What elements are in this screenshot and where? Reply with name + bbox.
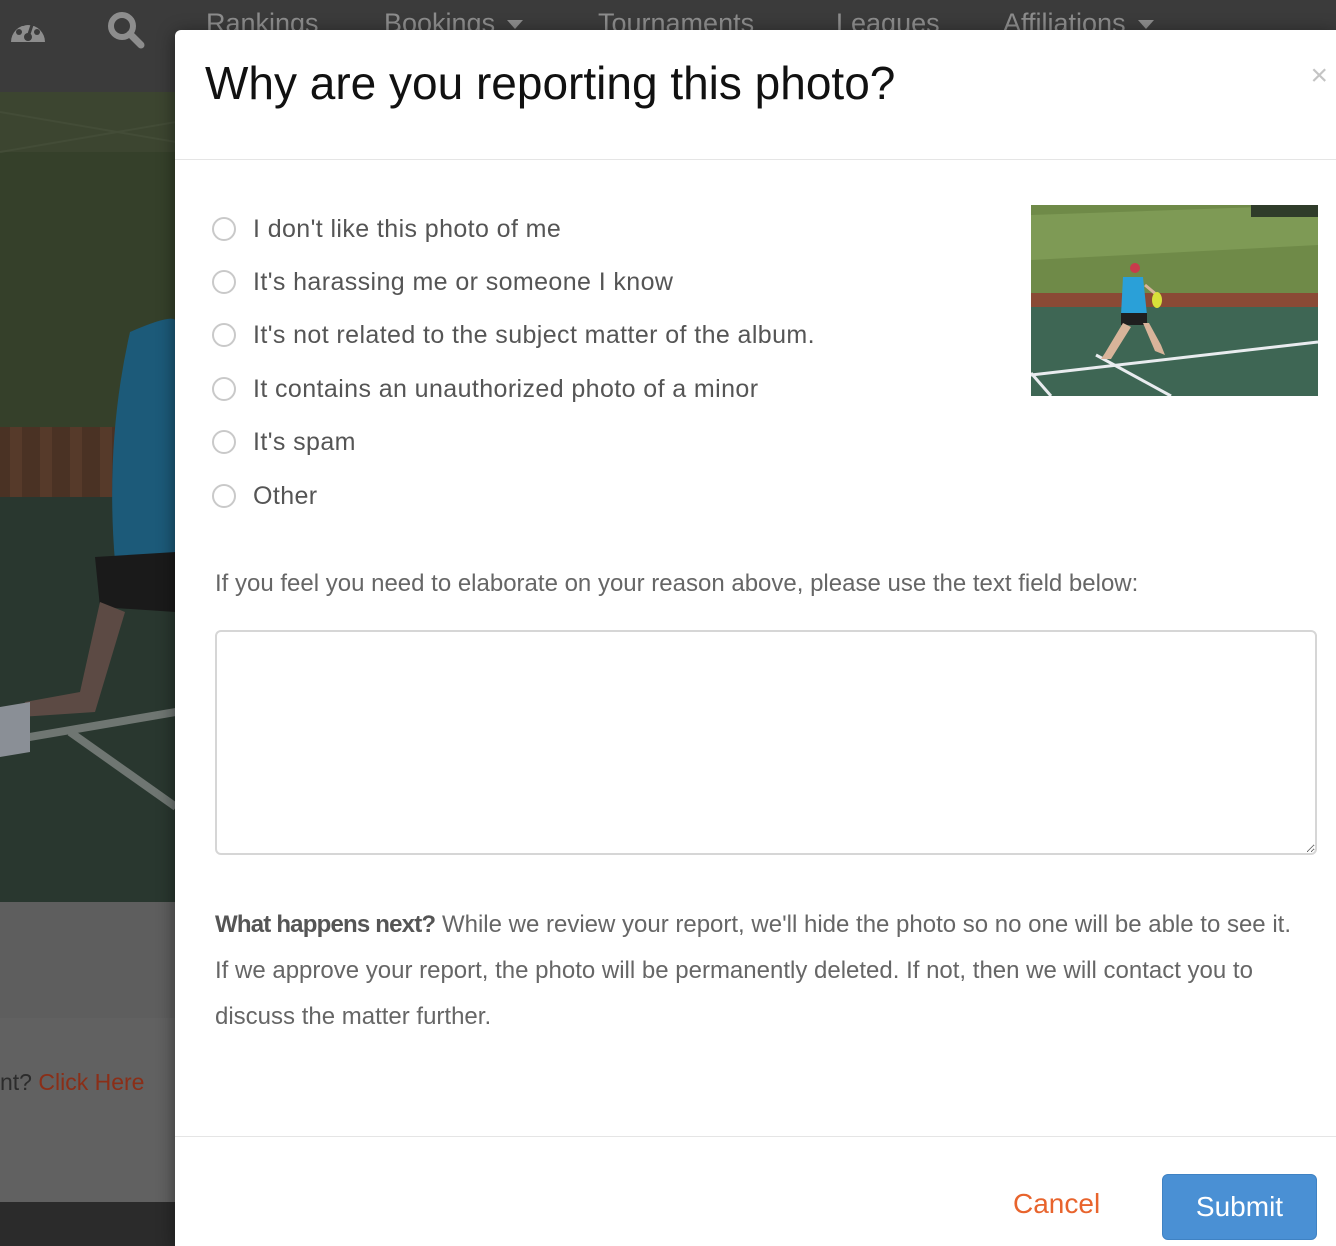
- radio-button[interactable]: [212, 430, 236, 454]
- chevron-down-icon: [1137, 20, 1154, 30]
- what-happens-next-text: What happens next? While we review your …: [215, 902, 1305, 1040]
- report-photo-modal: Why are you reporting this photo? × I do…: [175, 30, 1336, 1246]
- radio-button[interactable]: [212, 270, 236, 294]
- reason-label: I don't like this photo of me: [253, 214, 562, 243]
- chevron-down-icon: [507, 20, 524, 30]
- radio-button[interactable]: [212, 217, 236, 241]
- radio-button[interactable]: [212, 377, 236, 401]
- dashboard-gauge-icon[interactable]: [8, 10, 48, 55]
- reported-photo-thumbnail: [1031, 205, 1318, 396]
- reason-option-spam[interactable]: It's spam: [212, 425, 356, 459]
- reason-option-other[interactable]: Other: [212, 479, 318, 513]
- background-help-prefix: nt?: [0, 1069, 39, 1095]
- modal-title: Why are you reporting this photo?: [205, 57, 896, 109]
- reason-option-harassing[interactable]: It's harassing me or someone I know: [212, 265, 673, 299]
- background-panel: [0, 902, 176, 1018]
- cancel-button[interactable]: Cancel: [1013, 1188, 1100, 1220]
- elaborate-textarea[interactable]: [215, 630, 1317, 855]
- reason-label: It contains an unauthorized photo of a m…: [253, 374, 759, 403]
- reason-label: It's harassing me or someone I know: [253, 267, 674, 296]
- background-help-text: nt? Click Here: [0, 1069, 144, 1096]
- search-icon[interactable]: [106, 10, 146, 55]
- background-photo: [0, 92, 176, 902]
- reason-label: It's not related to the subject matter o…: [253, 320, 815, 349]
- radio-button[interactable]: [212, 484, 236, 508]
- background-panel: [0, 1018, 176, 1202]
- reason-option-dislike-photo[interactable]: I don't like this photo of me: [212, 212, 561, 246]
- reason-label: It's spam: [253, 427, 356, 456]
- reason-option-not-related[interactable]: It's not related to the subject matter o…: [212, 318, 815, 352]
- background-footer: [0, 1202, 176, 1246]
- submit-button[interactable]: Submit: [1162, 1174, 1317, 1240]
- footer-divider: [175, 1136, 1336, 1137]
- what-happens-next-heading: What happens next?: [215, 911, 436, 938]
- close-icon[interactable]: ×: [1310, 58, 1328, 94]
- reason-option-minor[interactable]: It contains an unauthorized photo of a m…: [212, 372, 758, 406]
- reason-label: Other: [253, 481, 318, 510]
- elaborate-instructions: If you feel you need to elaborate on you…: [215, 570, 1139, 597]
- click-here-link[interactable]: Click Here: [38, 1069, 144, 1095]
- header-divider: [175, 159, 1336, 160]
- radio-button[interactable]: [212, 323, 236, 347]
